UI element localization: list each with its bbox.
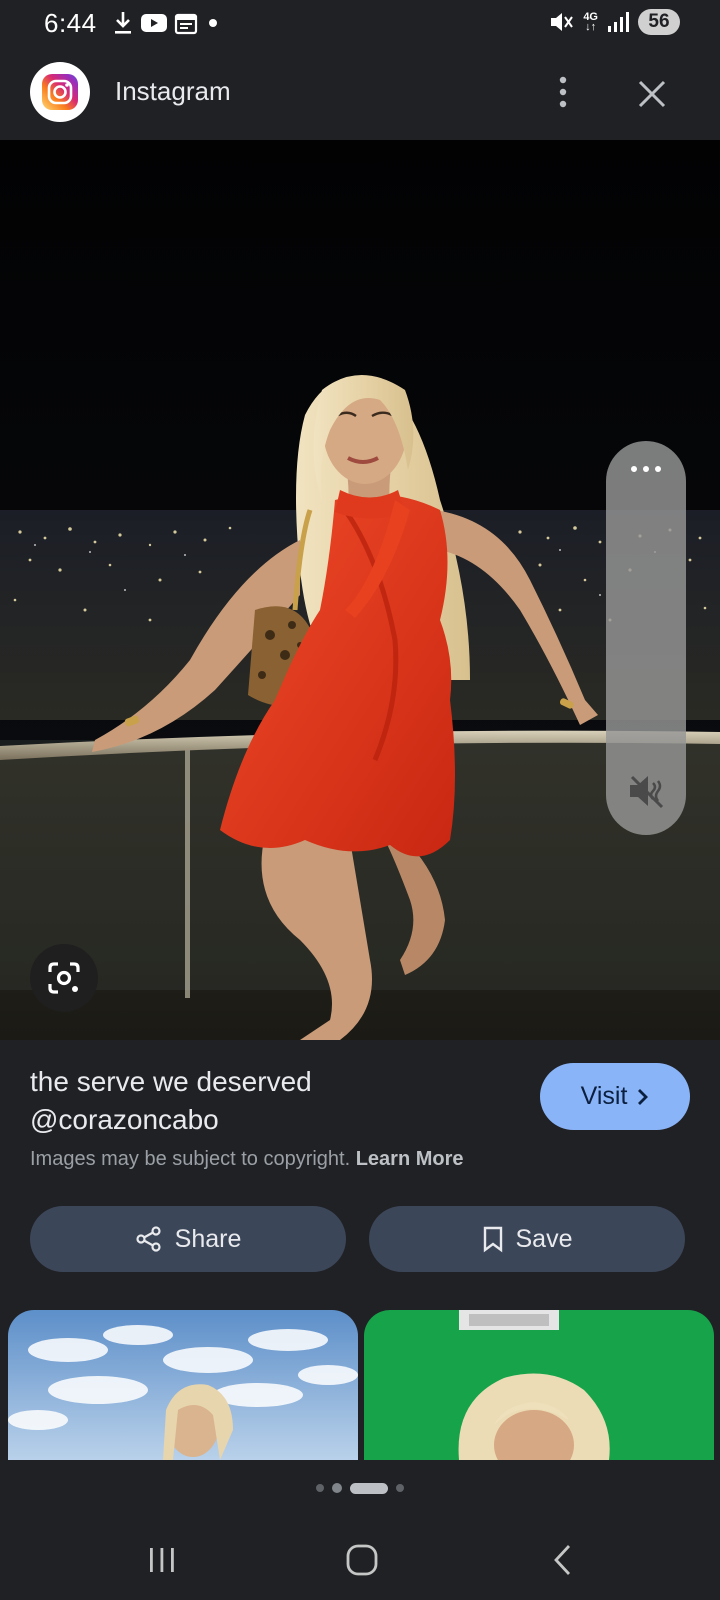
- header: Instagram: [0, 46, 720, 140]
- navigation-bar: [0, 1520, 720, 1600]
- share-icon: [136, 1226, 161, 1252]
- visit-label: Visit: [580, 1082, 628, 1110]
- related-images: [0, 1310, 720, 1460]
- more-horiz-icon[interactable]: [626, 459, 666, 479]
- image-caption[interactable]: the serve we deserved @corazoncabo: [30, 1063, 510, 1139]
- caption-handle: @corazoncabo: [30, 1104, 219, 1135]
- more-vert-icon[interactable]: [543, 68, 583, 116]
- share-label: Share: [174, 1224, 242, 1253]
- network-4g-icon: 4G ↓↑: [583, 11, 598, 33]
- visit-button[interactable]: Visit: [540, 1063, 690, 1130]
- google-lens-icon[interactable]: [30, 944, 98, 1012]
- volume-mute-icon[interactable]: [624, 769, 668, 813]
- recents-icon[interactable]: [122, 1530, 202, 1590]
- copyright-text: Images may be subject to copyright.: [30, 1148, 351, 1170]
- app-title: Instagram: [115, 76, 231, 106]
- download-icon: [112, 10, 134, 36]
- save-label: Save: [515, 1224, 573, 1253]
- learn-more-link[interactable]: Learn More: [356, 1148, 464, 1170]
- close-icon[interactable]: [630, 72, 674, 116]
- share-button[interactable]: Share: [30, 1206, 346, 1272]
- page-dot: [316, 1484, 324, 1492]
- related-image-2[interactable]: [364, 1310, 714, 1460]
- youtube-icon: [140, 12, 168, 34]
- calendar-icon: [174, 11, 198, 35]
- related-image-1[interactable]: [8, 1310, 358, 1460]
- page-dot: [396, 1484, 404, 1492]
- battery-icon: 56: [638, 9, 680, 35]
- copyright-notice: Images may be subject to copyright. Lear…: [30, 1148, 464, 1171]
- main-image[interactable]: [0, 140, 720, 1040]
- caption-title: the serve we deserved: [30, 1066, 312, 1097]
- signal-icon: [607, 11, 629, 33]
- screen: 6:44 4G ↓↑ 56 Instagram the serve we des…: [0, 0, 720, 1600]
- notification-dot: [204, 14, 222, 32]
- home-icon[interactable]: [322, 1530, 402, 1590]
- pagination-indicator: [0, 1478, 720, 1498]
- bookmark-icon: [483, 1226, 502, 1253]
- mute-icon: [548, 10, 574, 34]
- save-button[interactable]: Save: [369, 1206, 685, 1272]
- side-panel: [606, 441, 686, 835]
- back-icon[interactable]: [522, 1530, 602, 1590]
- status-bar: 6:44 4G ↓↑ 56: [0, 0, 720, 46]
- status-time: 6:44: [44, 8, 97, 38]
- page-dot-active: [350, 1482, 388, 1494]
- page-dot: [332, 1483, 342, 1493]
- chevron-right-icon: [638, 1088, 649, 1105]
- instagram-icon: [30, 62, 90, 122]
